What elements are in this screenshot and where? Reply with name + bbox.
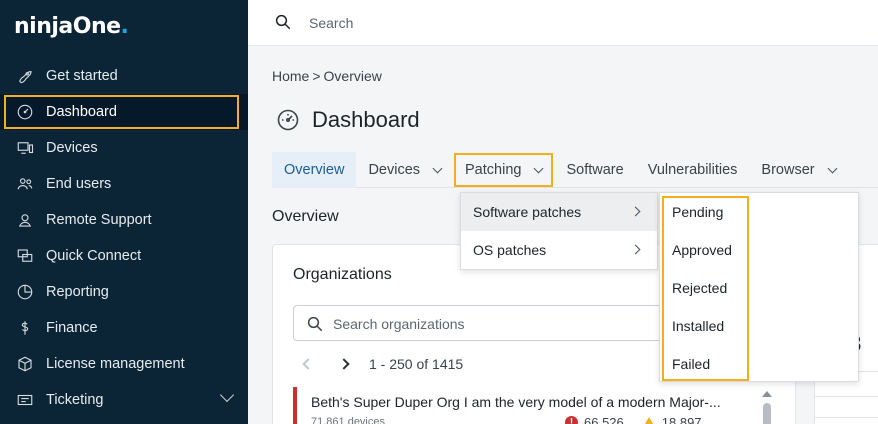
sidebar-item-label: Ticketing xyxy=(46,392,104,408)
side-card-box xyxy=(815,417,878,424)
cube-icon xyxy=(14,353,36,375)
scrollbar[interactable] xyxy=(761,391,773,424)
sidebar-item-ticketing[interactable]: Ticketing xyxy=(0,382,248,418)
sidebar-nav: Get started Dashboard Devices End users … xyxy=(0,58,248,418)
dashboard-gauge-icon xyxy=(277,109,299,131)
menu-item-label: Software patches xyxy=(473,204,582,220)
dashboard-tabs: Overview Devices Patching Software Vulne… xyxy=(272,152,878,188)
menu-item-label: Rejected xyxy=(672,280,728,296)
sidebar-item-label: Remote Support xyxy=(46,212,152,228)
highlight-box xyxy=(4,95,239,129)
chevron-right-icon xyxy=(630,244,641,255)
menu-item-installed[interactable]: Installed xyxy=(660,307,858,345)
dollar-icon xyxy=(14,317,36,339)
chevron-down-icon[interactable] xyxy=(219,387,235,403)
sidebar-item-devices[interactable]: Devices xyxy=(0,130,248,166)
menu-item-os-patches[interactable]: OS patches xyxy=(461,231,657,269)
search-placeholder: Search organizations xyxy=(333,316,465,332)
menu-item-label: OS patches xyxy=(473,242,547,258)
breadcrumb: Home > Overview xyxy=(272,68,382,84)
warning-icon xyxy=(641,416,656,424)
tab-browser[interactable]: Browser xyxy=(749,152,847,188)
chevron-right-icon[interactable] xyxy=(333,353,355,375)
menu-item-label: Failed xyxy=(672,356,711,372)
tab-devices[interactable]: Devices xyxy=(356,152,453,188)
menu-item-failed[interactable]: Failed xyxy=(660,345,858,383)
top-search-bar: Search xyxy=(248,0,878,46)
tab-vulnerabilities[interactable]: Vulnerabilities xyxy=(636,152,750,188)
tab-software[interactable]: Software xyxy=(554,152,635,188)
sidebar-item-finance[interactable]: Finance xyxy=(0,310,248,346)
warning-count: 18,897 xyxy=(661,415,702,424)
sidebar-item-label: End users xyxy=(46,176,112,192)
page-header: Dashboard xyxy=(276,107,420,133)
pager-text: 1 - 250 of 1415 xyxy=(369,356,464,372)
page-title: Dashboard xyxy=(312,107,420,132)
tab-label: Vulnerabilities xyxy=(647,162,738,178)
software-patches-submenu: Pending Approved Rejected Installed Fail… xyxy=(659,192,859,382)
table-row[interactable]: Beth's Super Duper Org I am the very mod… xyxy=(293,387,753,424)
sidebar-item-get-started[interactable]: Get started xyxy=(0,58,248,94)
rocket-icon xyxy=(14,65,36,87)
sidebar-item-label: License management xyxy=(46,356,185,372)
pagination: 1 - 250 of 1415 xyxy=(297,353,463,375)
quick-connect-icon xyxy=(14,245,36,267)
sidebar-item-dashboard[interactable]: Dashboard xyxy=(0,94,248,130)
pie-chart-icon xyxy=(14,281,36,303)
chevron-left-icon[interactable] xyxy=(297,353,319,375)
menu-item-label: Approved xyxy=(672,242,732,258)
devices-icon xyxy=(14,137,36,159)
tab-label: Overview xyxy=(284,162,345,178)
sidebar-item-label: Get started xyxy=(46,68,118,84)
sidebar-item-remote-support[interactable]: Remote Support xyxy=(0,202,248,238)
breadcrumb-home[interactable]: Home xyxy=(272,68,309,84)
ninjaone-logo[interactable]: ninjaOne. xyxy=(14,14,129,39)
tab-label: Browser xyxy=(761,162,815,178)
menu-item-label: Pending xyxy=(672,204,724,220)
sidebar-item-end-users[interactable]: End users xyxy=(0,166,248,202)
ticket-icon xyxy=(14,389,36,411)
headset-icon xyxy=(14,209,36,231)
menu-item-software-patches[interactable]: Software patches xyxy=(461,193,657,231)
scrollbar-thumb[interactable] xyxy=(763,403,771,424)
menu-item-label: Installed xyxy=(672,318,725,334)
organization-name: Beth's Super Duper Org I am the very mod… xyxy=(311,394,721,410)
sidebar-item-label: Quick Connect xyxy=(46,248,142,264)
sidebar-item-reporting[interactable]: Reporting xyxy=(0,274,248,310)
breadcrumb-current: Overview xyxy=(323,68,382,84)
scroll-up-arrow-icon[interactable] xyxy=(762,391,772,397)
sidebar-item-license-management[interactable]: License management xyxy=(0,346,248,382)
section-title: Overview xyxy=(272,208,339,225)
tab-overview[interactable]: Overview xyxy=(272,152,357,188)
chevron-down-icon xyxy=(432,163,443,173)
breadcrumb-separator: > xyxy=(312,68,321,84)
sidebar: ninjaOne. Get started Dashboard Devices … xyxy=(0,0,248,424)
patching-menu: Software patches OS patches xyxy=(460,192,658,270)
menu-item-pending[interactable]: Pending xyxy=(660,193,858,231)
sidebar-item-label: Finance xyxy=(46,320,98,336)
sidebar-item-quick-connect[interactable]: Quick Connect xyxy=(0,238,248,274)
search-icon xyxy=(275,14,291,30)
sidebar-item-label: Reporting xyxy=(46,284,109,300)
chevron-down-icon xyxy=(827,163,838,173)
card-title: Organizations xyxy=(293,266,392,283)
menu-item-approved[interactable]: Approved xyxy=(660,231,858,269)
tab-label: Devices xyxy=(368,162,421,178)
users-icon xyxy=(14,173,36,195)
chevron-right-icon xyxy=(630,206,641,217)
search-input[interactable]: Search xyxy=(309,15,353,31)
menu-item-rejected[interactable]: Rejected xyxy=(660,269,858,307)
tab-label: Software xyxy=(566,162,624,178)
search-icon xyxy=(307,316,323,332)
organization-search-input[interactable]: Search organizations xyxy=(293,305,673,341)
error-icon: ! xyxy=(565,416,578,424)
tab-patching[interactable]: Patching xyxy=(453,152,554,188)
org-stats: ! 66,526 18,897 xyxy=(565,415,702,424)
error-count: 66,526 xyxy=(584,415,624,424)
sidebar-item-label: Devices xyxy=(46,140,98,156)
